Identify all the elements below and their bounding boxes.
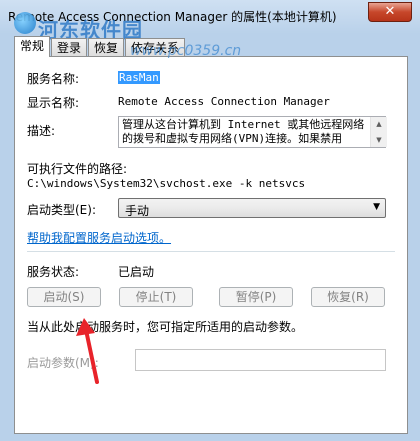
close-button[interactable]: ✕ (368, 2, 412, 22)
tab-general[interactable]: 常规 (14, 36, 51, 57)
help-configure-link[interactable]: 帮助我配置服务启动选项。 (27, 229, 171, 246)
start-params-hint: 当从此处启动服务时，您可指定所适用的启动参数。 (27, 320, 304, 334)
watermark-logo-icon (14, 12, 36, 34)
start-button[interactable]: 启动(S) (27, 287, 101, 307)
divider (27, 251, 395, 252)
start-params-input[interactable] (135, 349, 386, 371)
scroll-up-icon[interactable]: ▲ (371, 117, 387, 131)
service-status-value: 已启动 (118, 265, 155, 279)
startup-type-value: 手动 (125, 204, 150, 218)
pause-button[interactable]: 暂停(P) (219, 287, 293, 307)
display-name-value[interactable]: Remote Access Connection Manager (118, 95, 330, 108)
description-scrollbar[interactable]: ▲ ▼ (370, 117, 387, 147)
exe-path-value[interactable]: C:\windows\System32\svchost.exe -k netsv… (27, 177, 305, 190)
start-params-label: 启动参数(M): (27, 356, 99, 370)
startup-type-label: 启动类型(E): (27, 203, 96, 217)
exe-path-label: 可执行文件的路径: (27, 162, 128, 176)
general-tab-panel: 服务名称: RasMan 显示名称: Remote Access Connect… (14, 56, 408, 434)
display-name-label: 显示名称: (27, 96, 80, 110)
startup-type-select[interactable]: 手动 ▼ (118, 198, 386, 218)
tab-logon[interactable]: 登录 (51, 38, 88, 57)
description-text: 管理从这台计算机到 Internet 或其他远程网络的拨号和虚拟专用网络(VPN… (122, 118, 365, 145)
watermark-url: www.pc0359.cn (130, 43, 242, 59)
service-status-label: 服务状态: (27, 265, 80, 279)
scroll-down-icon[interactable]: ▼ (371, 133, 387, 147)
tab-recovery[interactable]: 恢复 (88, 38, 125, 57)
chevron-down-icon: ▼ (373, 202, 380, 212)
service-name-value[interactable]: RasMan (118, 71, 160, 84)
description-textbox[interactable]: 管理从这台计算机到 Internet 或其他远程网络的拨号和虚拟专用网络(VPN… (118, 116, 386, 148)
service-name-label: 服务名称: (27, 72, 80, 86)
description-label: 描述: (27, 124, 56, 138)
resume-button[interactable]: 恢复(R) (311, 287, 385, 307)
stop-button[interactable]: 停止(T) (119, 287, 193, 307)
close-icon: ✕ (384, 4, 396, 19)
